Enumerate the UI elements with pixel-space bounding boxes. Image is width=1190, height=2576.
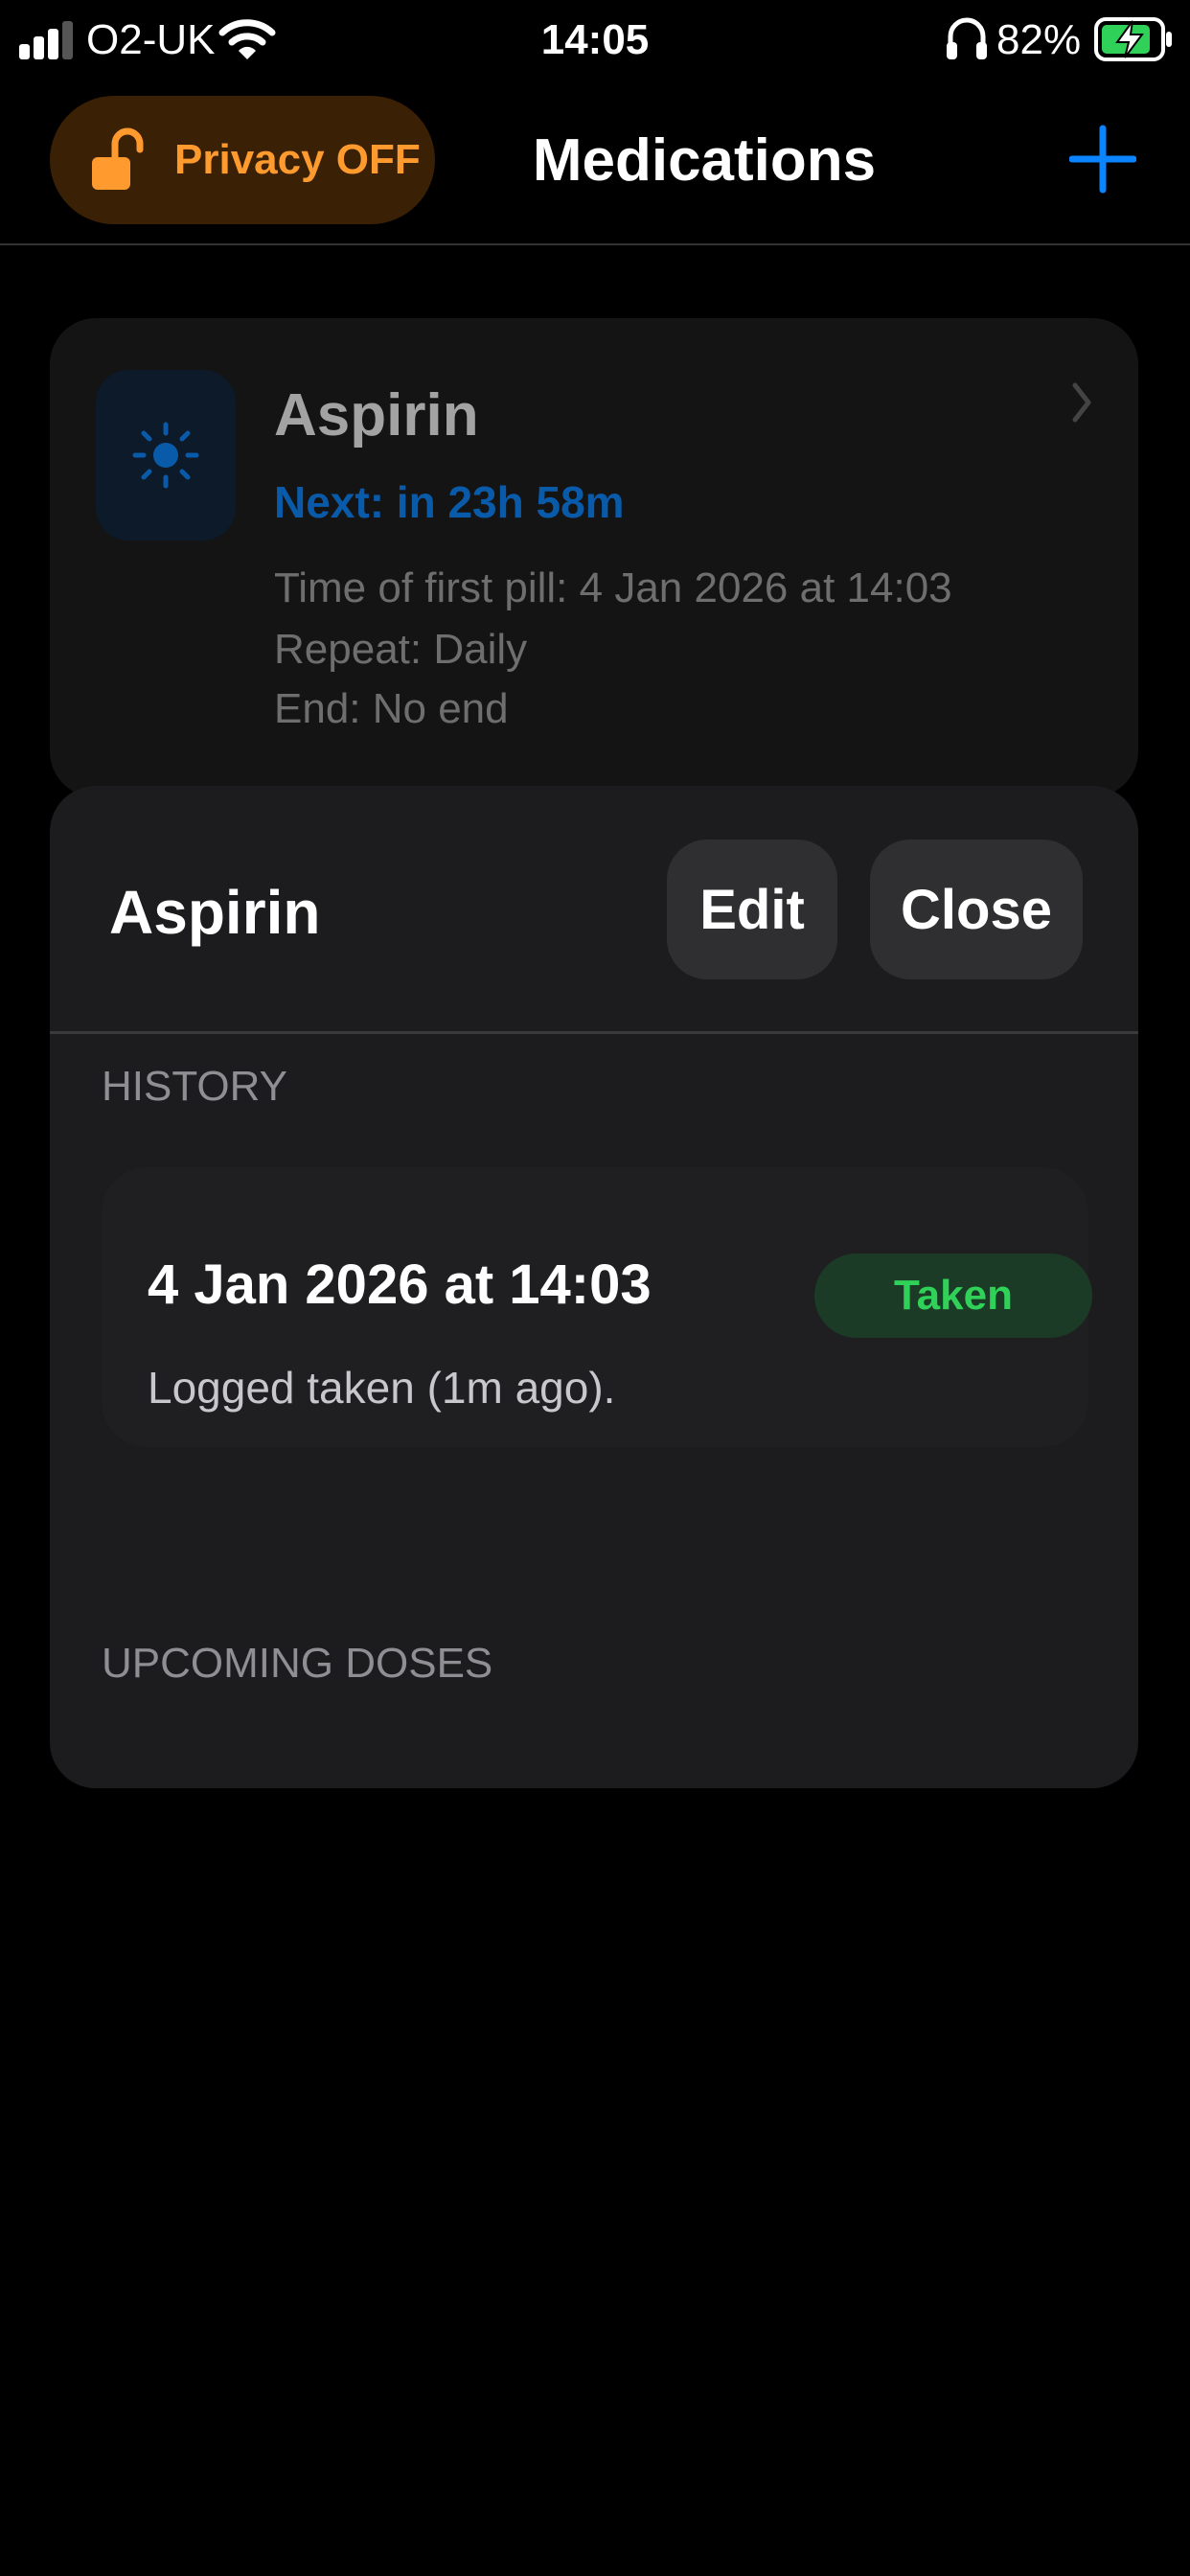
unlock-icon bbox=[92, 127, 144, 190]
history-header: HISTORY bbox=[102, 1063, 287, 1110]
medication-card[interactable]: Aspirin Next: in 23h 58m Time of first p… bbox=[50, 318, 1138, 797]
status-bar: O2-UK 14:05 82% bbox=[0, 0, 1190, 80]
sun-icon bbox=[132, 422, 199, 489]
upcoming-doses-header: UPCOMING DOSES bbox=[102, 1640, 493, 1687]
medication-detail-sheet: Aspirin Edit Close HISTORY 4 Jan 2026 at… bbox=[50, 786, 1138, 1788]
nav-bar: Privacy OFF Medications bbox=[0, 92, 1190, 245]
end-text: End: No end bbox=[274, 685, 509, 732]
battery-percent: 82% bbox=[996, 16, 1082, 63]
medication-name: Aspirin bbox=[274, 382, 479, 448]
history-note: Logged taken (1m ago). bbox=[148, 1363, 616, 1413]
chevron-right-icon bbox=[1072, 382, 1091, 423]
divider bbox=[50, 1031, 1138, 1034]
edit-button[interactable]: Edit bbox=[667, 840, 837, 979]
history-row: 4 Jan 2026 at 14:03 Taken Logged taken (… bbox=[102, 1167, 1092, 1447]
history-date: 4 Jan 2026 at 14:03 bbox=[148, 1254, 652, 1316]
sheet-title: Aspirin bbox=[109, 878, 321, 947]
status-badge: Taken bbox=[814, 1254, 1092, 1338]
repeat-text: Repeat: Daily bbox=[274, 626, 528, 673]
battery-charging-icon bbox=[1094, 17, 1172, 61]
page-title: Medications bbox=[532, 127, 877, 194]
next-dose-text: Next: in 23h 58m bbox=[274, 477, 625, 527]
first-pill-text: Time of first pill: 4 Jan 2026 at 14:03 bbox=[274, 564, 952, 611]
close-button[interactable]: Close bbox=[870, 840, 1083, 979]
headphones-icon bbox=[947, 17, 987, 59]
medication-icon-tile bbox=[96, 370, 236, 540]
plus-icon[interactable] bbox=[1069, 121, 1136, 197]
privacy-toggle-button[interactable]: Privacy OFF bbox=[50, 96, 435, 224]
privacy-label: Privacy OFF bbox=[174, 136, 421, 183]
